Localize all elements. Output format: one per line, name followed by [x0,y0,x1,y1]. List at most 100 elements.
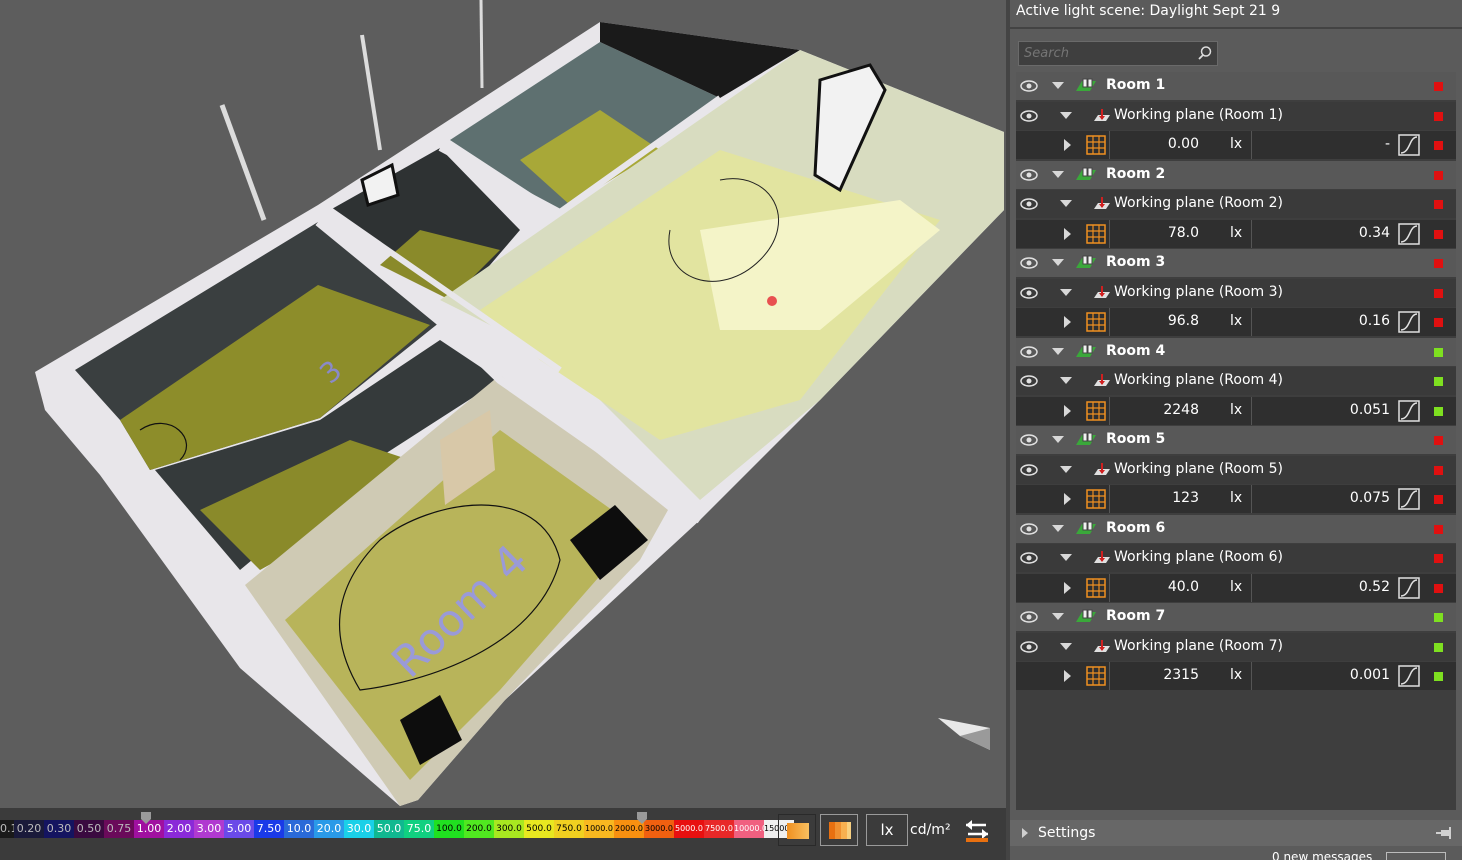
room-row[interactable]: Room 4 [1016,337,1456,366]
collapse-chevron-icon[interactable] [1052,82,1064,89]
collapse-chevron-icon[interactable] [1052,347,1064,355]
scale-min-slider[interactable] [141,812,151,824]
scale-max-slider[interactable] [637,812,647,824]
collapse-chevron-icon[interactable] [1060,554,1072,561]
result-row[interactable]: 78.0 lx 0.34 [1016,219,1456,248]
expand-chevron-icon[interactable] [1064,316,1071,328]
result-row[interactable]: 40.0 lx 0.52 [1016,573,1456,602]
visibility-eye-icon[interactable] [1020,168,1038,182]
search-input[interactable] [1019,42,1189,65]
working-plane-row[interactable]: Working plane (Room 2) [1016,190,1456,218]
calculation-grid-icon[interactable] [1086,577,1106,598]
scale-step: 10000.0 [734,820,764,838]
visibility-eye-icon[interactable] [1020,256,1038,270]
expand-chevron-icon[interactable] [1064,139,1071,151]
room-row[interactable]: Room 1 [1016,72,1456,100]
result-row[interactable]: 0.00 lx - [1016,131,1456,159]
visibility-eye-icon[interactable] [1020,610,1038,624]
collapse-chevron-icon[interactable] [1060,642,1072,650]
room-name: Room 6 [1106,519,1166,536]
room-row[interactable]: Room 5 [1016,426,1456,454]
room-icon [1076,344,1096,357]
visibility-eye-icon[interactable] [1020,433,1038,447]
expand-chevron-icon[interactable] [1064,227,1071,240]
working-plane-name: Working plane (Room 2) [1114,195,1283,211]
uniformity-curve-icon[interactable] [1398,222,1420,245]
working-plane-row[interactable]: Working plane (Room 5) [1016,455,1456,484]
search-icon[interactable] [1197,45,1213,61]
visibility-eye-icon[interactable] [1020,522,1038,536]
uniformity-curve-icon[interactable] [1398,311,1420,333]
room-row[interactable]: Room 6 [1016,514,1456,543]
room-row[interactable]: Room 2 [1016,160,1456,189]
result-status-indicator [1434,672,1443,681]
uniformity-value: - [1384,136,1390,152]
result-row[interactable]: 2248 lx 0.051 [1016,396,1456,425]
room-row[interactable]: Room 7 [1016,603,1456,631]
room-row[interactable]: Room 3 [1016,249,1456,277]
working-plane-row[interactable]: Working plane (Room 7) [1016,632,1456,661]
expand-chevron-icon[interactable] [1064,404,1071,417]
result-row[interactable]: 96.8 lx 0.16 [1016,308,1456,336]
expand-chevron-icon[interactable] [1064,581,1071,594]
visibility-eye-icon[interactable] [1020,286,1038,300]
unit-luminance-button[interactable]: cd/m² [910,822,951,838]
active-light-scene-title: Active light scene: Daylight Sept 21 9 [1016,3,1281,19]
chevron-right-icon[interactable] [1022,828,1028,838]
collapse-chevron-icon[interactable] [1052,524,1064,532]
expand-chevron-icon[interactable] [1064,670,1071,682]
collapse-chevron-icon[interactable] [1060,377,1072,384]
plane-status-indicator [1434,288,1443,298]
result-row[interactable]: 123 lx 0.075 [1016,485,1456,513]
visibility-eye-icon[interactable] [1020,79,1038,93]
working-plane-row[interactable]: Working plane (Room 3) [1016,278,1456,307]
collapse-chevron-icon[interactable] [1060,111,1072,119]
visibility-eye-icon[interactable] [1020,197,1038,211]
illuminance-value: 78.0 [1167,224,1199,241]
scale-step: 50.0 [374,820,404,838]
uniformity-curve-icon[interactable] [1398,134,1420,156]
settings-panel-header[interactable]: Settings [1010,820,1462,846]
uniformity-curve-icon[interactable] [1398,399,1420,422]
result-row[interactable]: 2315 lx 0.001 [1016,662,1456,690]
visibility-eye-icon[interactable] [1020,374,1038,388]
unit-lux-button[interactable]: lx [866,814,908,846]
collapse-chevron-icon[interactable] [1052,436,1064,443]
visibility-eye-icon[interactable] [1020,109,1038,123]
calculation-grid-icon[interactable] [1086,135,1106,155]
pin-icon[interactable] [1436,826,1454,840]
swap-icon[interactable] [962,816,992,844]
illuminance-unit: lx [1230,313,1243,329]
collapse-chevron-icon[interactable] [1052,170,1064,178]
collapse-chevron-icon[interactable] [1060,200,1072,207]
calculation-grid-icon[interactable] [1086,223,1106,244]
calculation-grid-icon[interactable] [1086,400,1106,421]
gradient-scale-button[interactable] [778,814,816,846]
stepped-scale-button[interactable] [820,814,858,846]
calculation-grid-icon[interactable] [1086,489,1106,509]
collapse-chevron-icon[interactable] [1060,288,1072,296]
divider [1010,27,1462,29]
expand-chevron-icon[interactable] [1064,493,1071,505]
visibility-eye-icon[interactable] [1020,345,1038,359]
calculation-grid-icon[interactable] [1086,666,1106,686]
floorplan-render[interactable]: Room 4 3 [0,0,1006,808]
visibility-eye-icon[interactable] [1020,463,1038,477]
messages-box[interactable] [1386,852,1446,860]
scale-step: 7.50 [254,820,284,838]
3d-viewport[interactable]: Room 4 3 [0,0,1006,808]
collapse-chevron-icon[interactable] [1052,259,1064,266]
working-plane-row[interactable]: Working plane (Room 4) [1016,367,1456,395]
collapse-chevron-icon[interactable] [1060,465,1072,473]
visibility-eye-icon[interactable] [1020,551,1038,565]
uniformity-curve-icon[interactable] [1398,665,1420,687]
sun-ray-2 [360,34,382,151]
uniformity-curve-icon[interactable] [1398,576,1420,599]
working-plane-icon [1094,462,1110,475]
uniformity-curve-icon[interactable] [1398,488,1420,510]
visibility-eye-icon[interactable] [1020,640,1038,654]
calculation-grid-icon[interactable] [1086,312,1106,332]
working-plane-row[interactable]: Working plane (Room 6) [1016,544,1456,572]
collapse-chevron-icon[interactable] [1052,613,1064,620]
working-plane-row[interactable]: Working plane (Room 1) [1016,101,1456,130]
